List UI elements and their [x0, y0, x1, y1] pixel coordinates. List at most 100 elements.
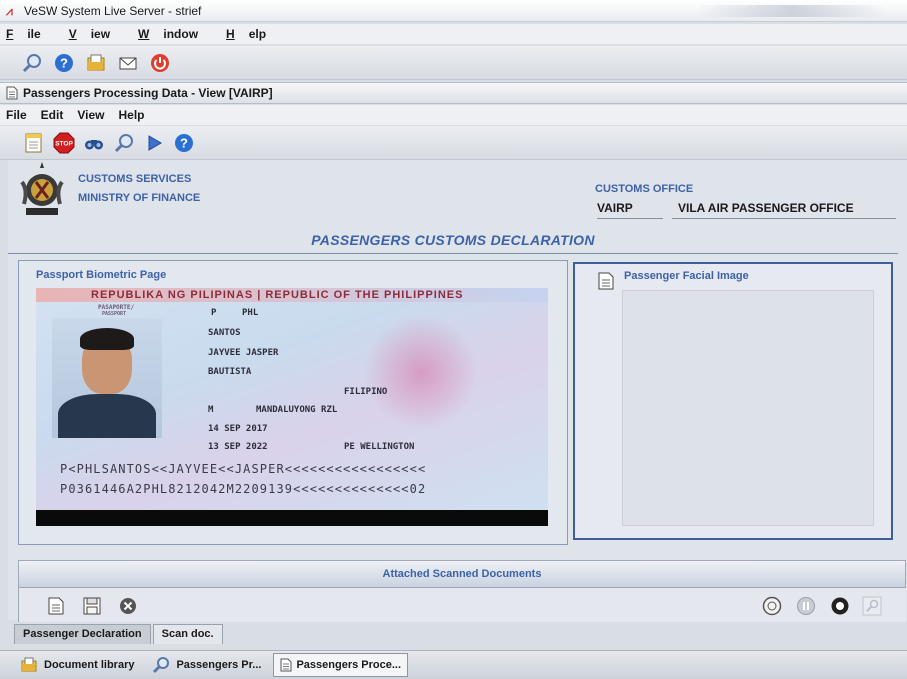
save-icon: [83, 597, 101, 615]
facial-image-label: Passenger Facial Image: [624, 270, 749, 282]
stop-button[interactable]: STOP: [52, 131, 76, 155]
document-icon: [280, 656, 292, 674]
zoom-level-icon: [762, 596, 782, 616]
delete-attachment-button[interactable]: [118, 596, 138, 616]
taskbar-document-library-label: Document library: [44, 659, 135, 671]
zoom-icon: [862, 596, 882, 616]
inner-toolbar: STOP ?: [0, 126, 907, 160]
tab-scan-doc[interactable]: Scan doc.: [152, 624, 223, 644]
search-button-inner[interactable]: [112, 131, 136, 155]
record-button[interactable]: [830, 596, 850, 616]
play-icon: [148, 134, 162, 151]
passport-issuing-authority: PE WELLINGTON: [344, 442, 415, 452]
inner-menu-edit[interactable]: Edit: [41, 108, 64, 122]
document-icon: [6, 86, 18, 100]
play-button[interactable]: [142, 131, 166, 155]
passport-panel-label: Passport Biometric Page: [36, 269, 167, 281]
search-icon: [22, 53, 41, 72]
taskbar-passengers-proce[interactable]: Passengers Proce...: [273, 653, 409, 677]
mail-button[interactable]: [116, 51, 140, 75]
help-button-inner[interactable]: ?: [172, 131, 196, 155]
bottom-tabs: Passenger Declaration Scan doc.: [14, 624, 225, 644]
menu-file[interactable]: File: [6, 27, 55, 41]
svg-text:?: ?: [60, 55, 68, 70]
document-library-button[interactable]: [84, 51, 108, 75]
help-button[interactable]: ?: [52, 51, 76, 75]
find-icon: [85, 139, 103, 149]
new-document-button[interactable]: [22, 131, 46, 155]
photo-body: [58, 394, 156, 438]
customs-office-code: VAIRP: [597, 199, 663, 219]
tab-passenger-declaration[interactable]: Passenger Declaration: [14, 624, 151, 644]
blurred-region: [697, 5, 887, 17]
taskbar-passengers-pr-label: Passengers Pr...: [176, 659, 262, 671]
power-icon: [151, 53, 169, 72]
document-library-icon: [87, 54, 105, 70]
search-icon: [114, 133, 133, 152]
search-button[interactable]: [20, 51, 44, 75]
passport-given-names: JAYVEE JASPER: [208, 348, 279, 358]
passport-surname: SANTOS: [208, 328, 241, 338]
attached-documents-header[interactable]: Attached Scanned Documents: [18, 560, 906, 588]
menu-help-rest: elp: [248, 27, 267, 41]
document-icon[interactable]: [598, 272, 614, 290]
passport-mrz-line2: P0361446A2PHL8212042M2209139<<<<<<<<<<<<…: [60, 482, 427, 496]
taskbar-document-library[interactable]: Document library: [14, 653, 140, 677]
customs-office-label: CUSTOMS OFFICE: [595, 183, 694, 195]
main-toolbar: ?: [0, 46, 907, 80]
inner-menu-view[interactable]: View: [77, 108, 104, 122]
app-logo-icon: ⩘: [6, 3, 13, 18]
customs-crest-icon: [20, 162, 64, 215]
zoom-button[interactable]: [862, 596, 882, 616]
photo-hair: [80, 328, 134, 350]
mail-icon: [119, 57, 137, 69]
svg-text:STOP: STOP: [55, 140, 73, 147]
passport-mrz-line1: P<PHLSANTOS<<JAYVEE<<JASPER<<<<<<<<<<<<<…: [60, 462, 427, 476]
search-icon: [152, 656, 170, 674]
passport-photo: [52, 318, 162, 438]
svg-text:?: ?: [180, 135, 188, 150]
menu-window[interactable]: Window: [138, 27, 212, 41]
passport-image: REPUBLIKA NG PILIPINAS | REPUBLIC OF THE…: [36, 288, 548, 526]
power-button[interactable]: [148, 51, 172, 75]
passport-date-of-expiry: 13 SEP 2022: [208, 442, 268, 452]
facial-image-box: [622, 290, 874, 526]
pause-button[interactable]: [796, 596, 816, 616]
menu-view[interactable]: View: [69, 27, 124, 41]
window-titlebar: ⩘ VeSW System Live Server - strief: [0, 0, 907, 22]
record-icon: [831, 597, 849, 615]
menu-view-rest: iew: [90, 27, 111, 41]
main-menubar: File View Window Help: [0, 24, 907, 44]
help-icon: ?: [55, 53, 73, 72]
declaration-title: PASSENGERS CUSTOMS DECLARATION: [8, 232, 898, 254]
window-title: VeSW System Live Server - strief: [24, 3, 202, 18]
inner-menu-help[interactable]: Help: [118, 108, 144, 122]
inner-window-title: Passengers Processing Data - View [VAIRP…: [0, 82, 907, 104]
folder-icon: [20, 656, 38, 674]
menu-file-rest: ile: [27, 27, 41, 41]
passport-sex: M: [208, 405, 214, 415]
view-attachment-button[interactable]: [46, 596, 66, 616]
passport-doc-type: PASAPORTE/: [98, 304, 135, 311]
pause-icon: [797, 597, 815, 615]
passport-header: REPUBLIKA NG PILIPINAS | REPUBLIC OF THE…: [36, 288, 548, 302]
org-name-line2: MINISTRY OF FINANCE: [78, 192, 201, 204]
new-document-icon: [25, 133, 42, 152]
passport-type: P: [211, 308, 217, 318]
inner-menu-file[interactable]: File: [6, 108, 27, 122]
inner-menubar: File Edit View Help: [0, 105, 907, 125]
org-header: CUSTOMS SERVICES MINISTRY OF FINANCE: [8, 160, 898, 230]
document-icon: [48, 597, 64, 615]
find-button[interactable]: [82, 131, 106, 155]
menu-help[interactable]: Help: [226, 27, 280, 41]
taskbar-passengers-pr[interactable]: Passengers Pr...: [146, 653, 267, 677]
passport-country-code: PHL: [242, 308, 259, 318]
zoom-60-button[interactable]: [762, 596, 782, 616]
org-name-line1: CUSTOMS SERVICES: [78, 173, 192, 185]
menu-window-rest: indow: [163, 27, 199, 41]
passport-date-of-issue: 14 SEP 2017: [208, 424, 268, 434]
inner-window-title-text: Passengers Processing Data - View [VAIRP…: [23, 86, 273, 100]
passport-doc-type-en: PASSPORT: [102, 311, 127, 317]
save-attachment-button[interactable]: [82, 596, 102, 616]
customs-office-name: VILA AIR PASSENGER OFFICE: [672, 199, 896, 219]
